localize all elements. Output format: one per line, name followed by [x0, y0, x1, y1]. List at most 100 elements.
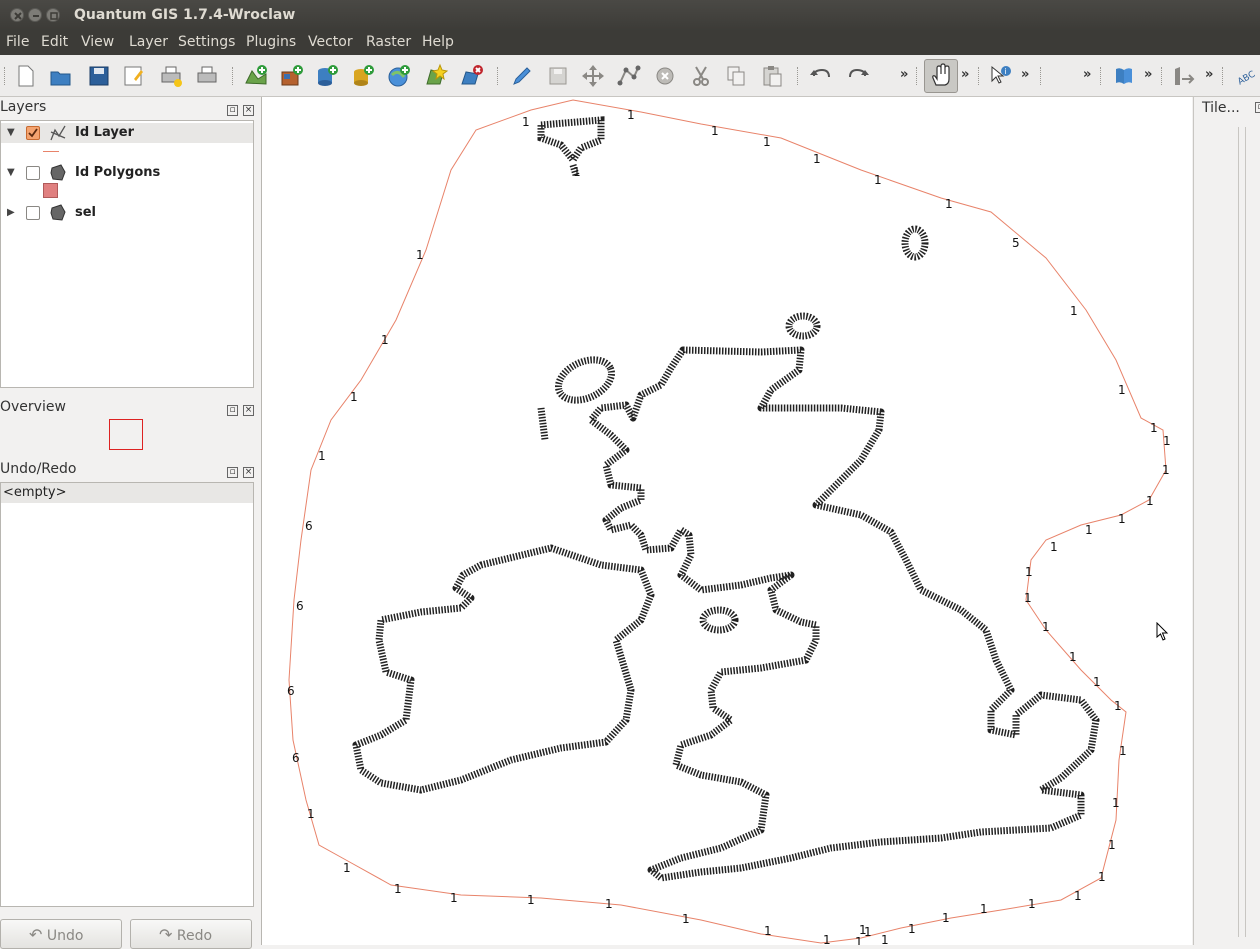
window-title: Quantum GIS 1.7.4-Wroclaw: [74, 7, 296, 23]
toolbar-overflow-button[interactable]: »: [1205, 67, 1213, 82]
close-panel-icon[interactable]: ×: [243, 105, 254, 116]
map-drawing: 1 1 1 1 1 1 1 5 1 1 1 1 1 1 1 1 1 1 1 1 1 1 1 1 1 1 1 1 1 1 1 1 1 1 1 1 1 1 1 1…: [287, 99, 1171, 945]
svg-text:i: i: [1005, 67, 1007, 76]
add-postgis-layer-icon[interactable]: [314, 63, 340, 89]
layer-visibility-checkbox[interactable]: [26, 206, 40, 220]
toolbar-grip[interactable]: [4, 67, 7, 85]
toolbar-overflow-button[interactable]: »: [900, 67, 908, 82]
layer-visibility-checkbox[interactable]: [26, 166, 40, 180]
pan-map-icon[interactable]: [924, 59, 958, 93]
save-project-icon[interactable]: [86, 63, 112, 89]
map-label: 1: [763, 135, 771, 149]
map-label: 1: [1025, 565, 1033, 579]
remove-layer-icon[interactable]: [459, 63, 485, 89]
toolbar-grip[interactable]: [1100, 67, 1103, 85]
boundary-outline: [288, 99, 1167, 944]
add-wms-layer-icon[interactable]: [386, 63, 412, 89]
float-panel-icon[interactable]: ▫: [1255, 102, 1260, 113]
menu-plugins[interactable]: Plugins: [246, 34, 296, 50]
toolbar-grip[interactable]: [916, 67, 919, 85]
menu-raster[interactable]: Raster: [366, 34, 411, 50]
save-edits-icon[interactable]: [545, 63, 571, 89]
expand-arrow-icon[interactable]: ▶: [7, 207, 15, 218]
menu-layer[interactable]: Layer: [129, 34, 168, 50]
float-panel-icon[interactable]: ▫: [227, 105, 238, 116]
svg-text:ABC: ABC: [1236, 70, 1257, 88]
undo-history-list[interactable]: <empty>: [0, 482, 254, 907]
label-tool-icon[interactable]: ABC: [1232, 63, 1258, 89]
minimize-window-button[interactable]: [28, 8, 42, 22]
map-label: 1: [605, 897, 613, 911]
toolbar-grip[interactable]: [232, 67, 235, 85]
overview-map[interactable]: [0, 417, 254, 453]
close-panel-icon[interactable]: ×: [243, 405, 254, 416]
add-spatialite-layer-icon[interactable]: [350, 63, 376, 89]
print-composer-icon[interactable]: [158, 63, 184, 89]
layer-name: Id Layer: [75, 125, 135, 140]
cut-features-icon[interactable]: [688, 63, 714, 89]
toolbar: » » i » » » » ABC: [0, 55, 1260, 97]
undo-empty-entry[interactable]: <empty>: [1, 483, 253, 503]
map-label: 1: [416, 248, 424, 262]
raster-tool-icon[interactable]: [1171, 63, 1197, 89]
expand-arrow-icon[interactable]: ▼: [7, 167, 15, 178]
copy-features-icon[interactable]: [723, 63, 749, 89]
save-as-icon[interactable]: [121, 63, 147, 89]
overview-extent-rectangle[interactable]: [109, 419, 143, 450]
toolbar-grip[interactable]: [497, 67, 500, 85]
expand-arrow-icon[interactable]: ▼: [7, 127, 15, 138]
float-panel-icon[interactable]: ▫: [227, 405, 238, 416]
map-label: 1: [942, 911, 950, 925]
undo-icon[interactable]: [808, 63, 834, 89]
add-vector-layer-icon[interactable]: [243, 63, 269, 89]
print-icon[interactable]: [194, 63, 220, 89]
identify-features-icon[interactable]: i: [988, 63, 1014, 89]
new-shapefile-icon[interactable]: [423, 63, 449, 89]
toolbar-grip[interactable]: [978, 67, 981, 85]
map-label: 1: [1093, 675, 1101, 689]
tile-panel-scrollbar[interactable]: [1238, 127, 1246, 937]
float-panel-icon[interactable]: ▫: [227, 467, 238, 478]
menu-view[interactable]: View: [81, 34, 114, 50]
map-label: 1: [1150, 421, 1158, 435]
map-label: 1: [343, 861, 351, 875]
map-canvas[interactable]: 1 1 1 1 1 1 1 5 1 1 1 1 1 1 1 1 1 1 1 1 1 1 1 1 1 1 1 1 1 1 1 1 1 1 1 1 1 1 1 1…: [261, 97, 1192, 945]
layer-name: sel: [75, 205, 97, 220]
close-panel-icon[interactable]: ×: [243, 467, 254, 478]
layer-visibility-checkbox[interactable]: [26, 126, 40, 140]
menu-settings[interactable]: Settings: [178, 34, 235, 50]
layer-name: Id Polygons: [75, 165, 161, 180]
menu-vector[interactable]: Vector: [308, 34, 353, 50]
layer-item-sel[interactable]: ▶ sel: [1, 203, 253, 223]
polygon-layer-icon: [49, 164, 67, 182]
toolbar-grip[interactable]: [1222, 67, 1225, 85]
layer-item-id-layer[interactable]: ▼ Id Layer: [1, 123, 253, 143]
toolbar-overflow-button[interactable]: »: [1144, 67, 1152, 82]
toolbar-grip[interactable]: [1161, 67, 1164, 85]
menu-help[interactable]: Help: [422, 34, 454, 50]
paste-features-icon[interactable]: [759, 63, 785, 89]
add-raster-layer-icon[interactable]: [279, 63, 305, 89]
redo-icon[interactable]: [845, 63, 871, 89]
menu-file[interactable]: File: [6, 34, 29, 50]
toolbar-overflow-button[interactable]: »: [961, 67, 969, 82]
toolbar-overflow-button[interactable]: »: [1083, 67, 1091, 82]
maximize-window-button[interactable]: [46, 8, 60, 22]
close-window-button[interactable]: [10, 8, 24, 22]
map-label: 1: [307, 807, 315, 821]
toolbar-grip[interactable]: [1040, 67, 1043, 85]
layer-item-id-polygons[interactable]: ▼ Id Polygons: [1, 163, 253, 183]
toggle-editing-icon[interactable]: [509, 63, 535, 89]
help-book-icon[interactable]: [1111, 63, 1137, 89]
toolbar-overflow-button[interactable]: »: [1021, 67, 1029, 82]
toolbar-grip[interactable]: [797, 67, 800, 85]
new-project-icon[interactable]: [12, 63, 38, 89]
map-label: 1: [394, 882, 402, 896]
node-tool-icon[interactable]: [616, 63, 642, 89]
open-project-icon[interactable]: [48, 63, 74, 89]
map-label: 1: [1112, 796, 1120, 810]
menu-edit[interactable]: Edit: [41, 34, 68, 50]
move-feature-icon[interactable]: [580, 63, 606, 89]
delete-selected-icon[interactable]: [652, 63, 678, 89]
map-label: 6: [287, 684, 295, 698]
